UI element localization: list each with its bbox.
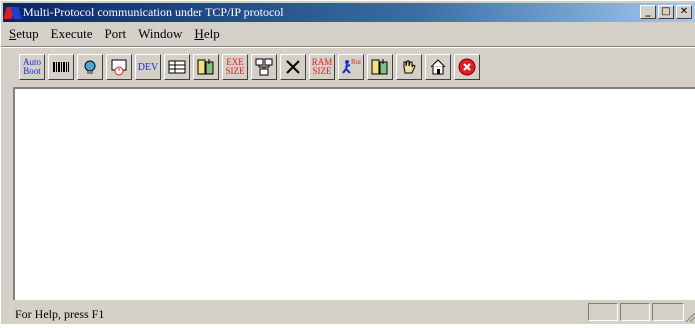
hand-icon — [403, 60, 416, 74]
ram-size-label: RAM SIZE — [311, 57, 333, 76]
network-icon — [255, 58, 273, 76]
transfer-icon — [371, 59, 388, 75]
toolbar: Auto Boot DEV EXE SIZE RAM SIZE Run — [19, 53, 480, 81]
dev-label: DEV — [137, 61, 159, 73]
clock-icon — [111, 59, 127, 76]
auto-boot-button[interactable]: Auto Boot — [19, 54, 45, 80]
menu-setup[interactable]: Setup — [3, 26, 45, 42]
title-bar[interactable]: Multi-Protocol communication under TCP/I… — [3, 3, 695, 22]
monitor-icon — [84, 60, 96, 74]
resize-grip-icon — [685, 312, 695, 323]
app-icon[interactable] — [3, 5, 22, 21]
resize-grip[interactable] — [684, 303, 695, 323]
exe-size-button[interactable]: EXE SIZE — [222, 54, 248, 80]
minimize-button[interactable]: _ — [640, 5, 656, 19]
barcode-button[interactable] — [48, 54, 74, 80]
home-button[interactable] — [425, 54, 451, 80]
menu-help[interactable]: Help — [188, 26, 225, 42]
menu-execute[interactable]: Execute — [45, 26, 99, 42]
window-title: Multi-Protocol communication under TCP/I… — [23, 5, 284, 19]
monitor-button[interactable] — [77, 54, 103, 80]
barcode-icon — [53, 62, 69, 72]
close-button[interactable]: ✕ — [676, 5, 692, 19]
menu-port[interactable]: Port — [99, 26, 133, 42]
table-button[interactable] — [164, 54, 190, 80]
status-panel-3 — [652, 303, 684, 321]
ram-size-button[interactable]: RAM SIZE — [309, 54, 335, 80]
clock-button[interactable] — [106, 54, 132, 80]
auto-boot-label: Auto Boot — [23, 57, 41, 76]
menu-separator — [1, 46, 695, 48]
client-area[interactable] — [13, 87, 695, 300]
table-icon — [168, 60, 186, 74]
run-icon: Run — [342, 58, 361, 74]
app-window: Multi-Protocol communication under TCP/I… — [0, 0, 695, 324]
maximize-button[interactable]: □ — [658, 5, 674, 19]
home-icon — [430, 59, 446, 75]
transfer-button[interactable] — [193, 54, 219, 80]
menu-window[interactable]: Window — [132, 26, 188, 42]
status-panel-1 — [588, 303, 618, 321]
stop-icon — [458, 58, 476, 76]
dev-button[interactable]: DEV — [135, 54, 161, 80]
status-panel-2 — [620, 303, 650, 321]
delete-button[interactable] — [280, 54, 306, 80]
run-label: Run — [351, 58, 361, 66]
transfer-icon — [197, 59, 214, 75]
stop-button[interactable] — [454, 54, 480, 80]
menu-bar: Setup Execute Port Window Help — [3, 24, 226, 44]
hand-button[interactable] — [396, 54, 422, 80]
network-button[interactable] — [251, 54, 277, 80]
caption-buttons: _ □ ✕ — [640, 5, 692, 19]
status-help-text: For Help, press F1 — [15, 306, 105, 321]
exe-size-label: EXE SIZE — [225, 57, 245, 76]
run-button[interactable]: Run — [338, 54, 364, 80]
transfer-button-2[interactable] — [367, 54, 393, 80]
delete-icon — [286, 60, 300, 74]
